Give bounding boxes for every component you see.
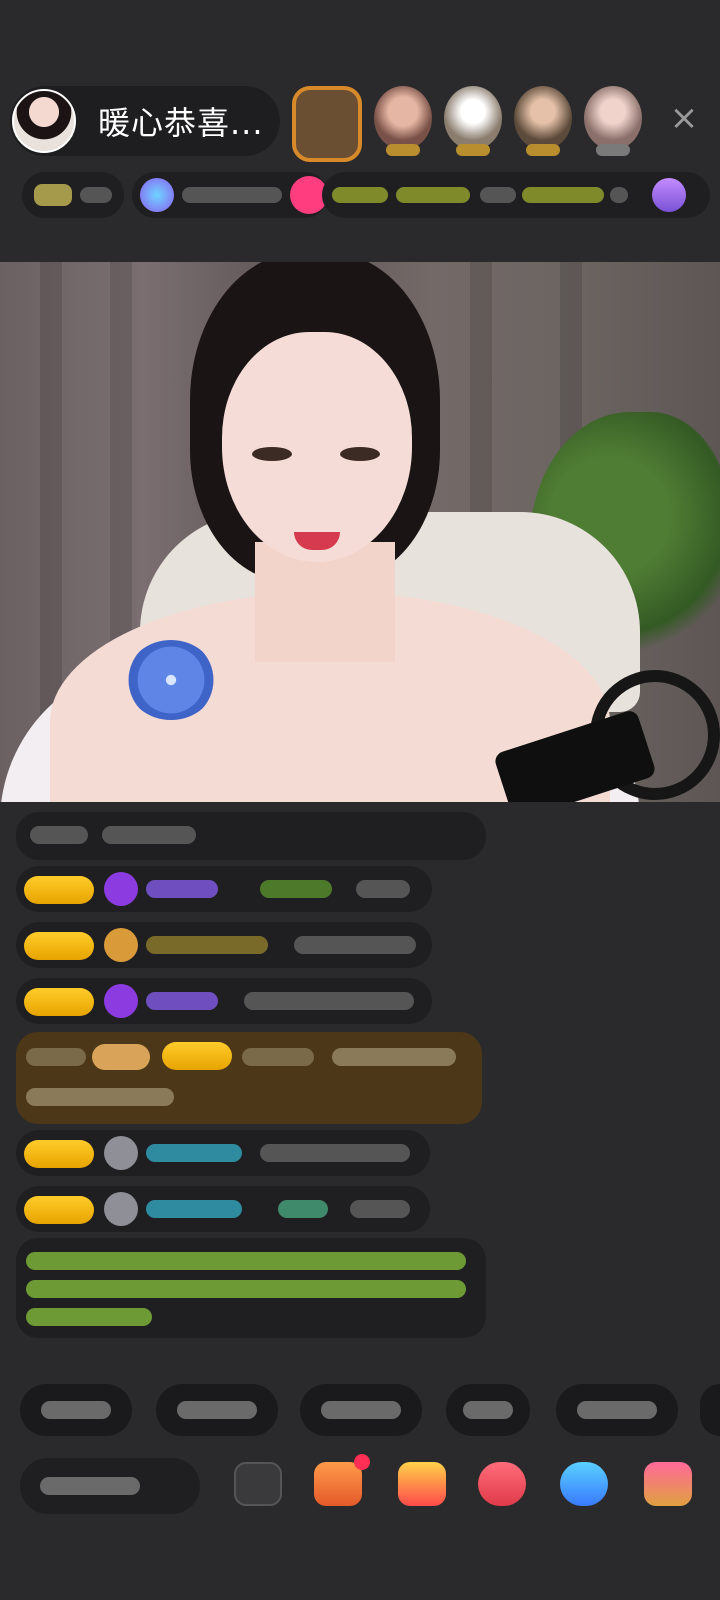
quick-reply-chip[interactable] (446, 1384, 530, 1436)
live-video[interactable] (0, 262, 720, 802)
streamer-face (222, 332, 412, 562)
level-badge (24, 932, 94, 960)
hot-icon (140, 178, 174, 212)
chat-message[interactable] (16, 866, 432, 912)
emoji-icon[interactable] (234, 1462, 282, 1506)
quick-reply-chip[interactable] (300, 1384, 422, 1436)
system-notice (16, 1238, 486, 1338)
top-viewers-list (292, 86, 642, 162)
rank-chip[interactable] (22, 172, 124, 218)
treasure-box-icon[interactable] (398, 1462, 446, 1506)
host-avatar[interactable] (12, 89, 76, 153)
fan-badge-icon (104, 1192, 138, 1226)
level-badge (24, 1196, 94, 1224)
top-viewer-avatar[interactable] (514, 86, 572, 156)
level-badge (24, 876, 94, 904)
microphone-image (492, 670, 720, 802)
chat-message[interactable] (16, 922, 432, 968)
quick-reply-chip[interactable] (20, 1384, 132, 1436)
top-viewer-avatar[interactable] (444, 86, 502, 156)
chat-message-welcome (16, 812, 486, 860)
fan-badge-icon (104, 872, 138, 906)
red-envelope-icon[interactable] (644, 1462, 692, 1506)
close-icon[interactable]: × (664, 98, 704, 138)
top-viewer-avatar[interactable] (584, 86, 642, 156)
vip-icon (652, 178, 686, 212)
fan-badge-icon (104, 984, 138, 1018)
quick-reply-chip[interactable] (156, 1384, 278, 1436)
quick-reply-chip[interactable] (700, 1384, 720, 1436)
host-info-pill[interactable]: 暖心恭喜... (10, 86, 280, 156)
top-viewer-avatar[interactable] (374, 86, 432, 156)
gift-icon[interactable] (314, 1454, 370, 1506)
lucky-bag-icon[interactable] (478, 1462, 526, 1506)
host-name: 暖心恭喜... (98, 104, 264, 142)
fan-badge-icon (104, 928, 138, 962)
chat-input[interactable] (20, 1458, 200, 1514)
chat-message-highlight[interactable] (16, 1032, 482, 1124)
quick-reply-chip[interactable] (556, 1384, 678, 1436)
room-info-row (22, 172, 710, 218)
game-icon[interactable] (560, 1462, 608, 1506)
hot-rank-chip[interactable] (132, 172, 328, 218)
fan-badge-icon (104, 1136, 138, 1170)
chat-message[interactable] (16, 978, 432, 1024)
level-badge (24, 988, 94, 1016)
announcement-chip[interactable] (322, 172, 710, 218)
chat-message[interactable] (16, 1186, 430, 1232)
level-badge (24, 1140, 94, 1168)
flower-hairpin (126, 640, 216, 720)
level-badge (162, 1042, 232, 1070)
top-viewer-avatar[interactable] (292, 86, 362, 162)
chat-message[interactable] (16, 1130, 430, 1176)
